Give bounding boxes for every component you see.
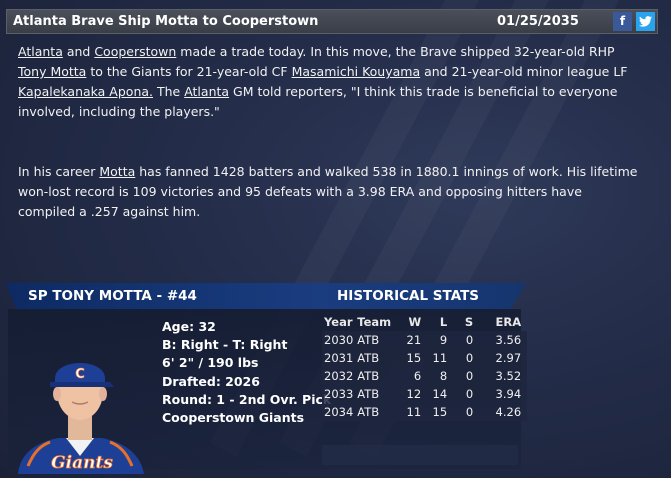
historical-stats-table: Year Team W L S ERA 2030 ATB 21 9 0 3.56 2031 ATB 15 1… xyxy=(322,313,528,421)
stats-cell: 11 xyxy=(393,403,424,421)
stats-cell: ATB xyxy=(355,331,394,349)
stats-cell: 0 xyxy=(449,349,476,367)
stats-cell: ATB xyxy=(355,403,394,421)
facebook-share-button[interactable]: f xyxy=(613,12,632,31)
stats-column-header: L xyxy=(439,315,448,329)
player-title: SP TONY MOTTA - #44 xyxy=(28,288,197,304)
stats-cell: 9 xyxy=(423,331,450,349)
news-headline: Atlanta Brave Ship Motta to Cooperstown xyxy=(13,14,319,29)
article-link[interactable]: Atlanta xyxy=(18,44,63,59)
stats-row: 2033 ATB 12 14 0 3.94 xyxy=(322,385,528,403)
stats-cell: 2030 xyxy=(322,331,356,349)
bio-line: 6' 2" / 190 lbs xyxy=(162,355,259,371)
article-link[interactable]: Masamichi Kouyama xyxy=(292,64,421,79)
article-text: The xyxy=(153,84,185,99)
article-link[interactable]: Kapalekanaka Apona. xyxy=(18,84,153,99)
stats-cell: 0 xyxy=(449,367,476,385)
stats-footer-strip xyxy=(322,445,518,465)
facebook-icon: f xyxy=(619,14,626,28)
stats-cell: 14 xyxy=(423,385,450,403)
news-title-bar: Atlanta Brave Ship Motta to Cooperstown … xyxy=(6,9,658,34)
stats-cell: 8 xyxy=(423,367,450,385)
player-card-header: SP TONY MOTTA - #44 HISTORICAL STATS xyxy=(6,283,526,309)
stats-cell: 0 xyxy=(449,385,476,403)
stats-row: 2030 ATB 21 9 0 3.56 xyxy=(322,331,528,349)
article-link[interactable]: Motta xyxy=(99,164,135,179)
stats-column-header: Team xyxy=(357,315,392,329)
stats-cell: ATB xyxy=(355,385,394,403)
stats-column-header: Year xyxy=(324,315,353,329)
stats-cell: 6 xyxy=(393,367,424,385)
article-link[interactable]: Tony Motta xyxy=(18,64,86,79)
stats-cell: 12 xyxy=(393,385,424,403)
news-date: 01/25/2035 xyxy=(497,14,579,29)
article-text: In his career xyxy=(18,164,100,179)
article-link[interactable]: Cooperstown xyxy=(94,44,176,59)
stats-cell: 0 xyxy=(449,403,476,421)
player-bio: Age: 32 B: Right - T: Right 6' 2" / 190 lb… xyxy=(162,318,331,427)
bio-line: Drafted: 2026 xyxy=(162,373,260,389)
stats-cell: 0 xyxy=(449,331,476,349)
stats-cell: 3.56 xyxy=(475,331,528,349)
stats-row: 2032 ATB 6 8 0 3.52 xyxy=(322,367,528,385)
stats-cell: 15 xyxy=(423,403,450,421)
stats-row: 2031 ATB 15 11 0 2.97 xyxy=(322,349,528,367)
article-text: and xyxy=(62,44,95,59)
bio-line: Round: 1 - 2nd Ovr. Pick xyxy=(162,391,332,407)
stats-cell: 3.52 xyxy=(475,367,528,385)
stats-column-header: S xyxy=(464,315,474,329)
bio-line: B: Right - T: Right xyxy=(162,337,288,353)
article-paragraph-2: In his career Motta has fanned 1428 batt… xyxy=(18,162,643,222)
twitter-share-button[interactable] xyxy=(636,12,655,31)
article-text: and 21-year-old minor league LF xyxy=(420,64,628,79)
stats-cell: 4.26 xyxy=(475,403,528,421)
article-paragraph-1: Atlanta and Cooperstown made a trade tod… xyxy=(18,42,643,122)
stats-cell: 11 xyxy=(423,349,450,367)
historical-stats-title: HISTORICAL STATS xyxy=(337,288,480,304)
stats-cell: 2.97 xyxy=(475,349,528,367)
stats-cell: 21 xyxy=(393,331,424,349)
jersey-text: Giants xyxy=(51,453,113,473)
player-portrait: Giants C xyxy=(18,363,144,474)
bio-line: Age: 32 xyxy=(162,319,216,334)
stats-cell: 2034 xyxy=(322,403,356,421)
stats-column-header: ERA xyxy=(495,315,522,329)
article-text: to the Giants for 21-year-old CF xyxy=(86,64,292,79)
stats-cell: ATB xyxy=(355,349,394,367)
stats-cell: 3.94 xyxy=(475,385,528,403)
stats-cell: 15 xyxy=(393,349,424,367)
article-text: made a trade today. In this move, the Br… xyxy=(176,44,615,59)
twitter-icon xyxy=(639,16,652,27)
bio-line: Cooperstown Giants xyxy=(162,410,305,426)
cap-logo: C xyxy=(75,367,85,382)
stats-cell: 2033 xyxy=(322,385,356,403)
stats-cell: 2032 xyxy=(322,367,356,385)
stats-row: 2034 ATB 11 15 0 4.26 xyxy=(322,403,528,421)
stats-column-header: W xyxy=(408,315,422,329)
article-link[interactable]: Atlanta xyxy=(184,84,229,99)
stats-cell: 2031 xyxy=(322,349,356,367)
stats-cell: ATB xyxy=(355,367,394,385)
